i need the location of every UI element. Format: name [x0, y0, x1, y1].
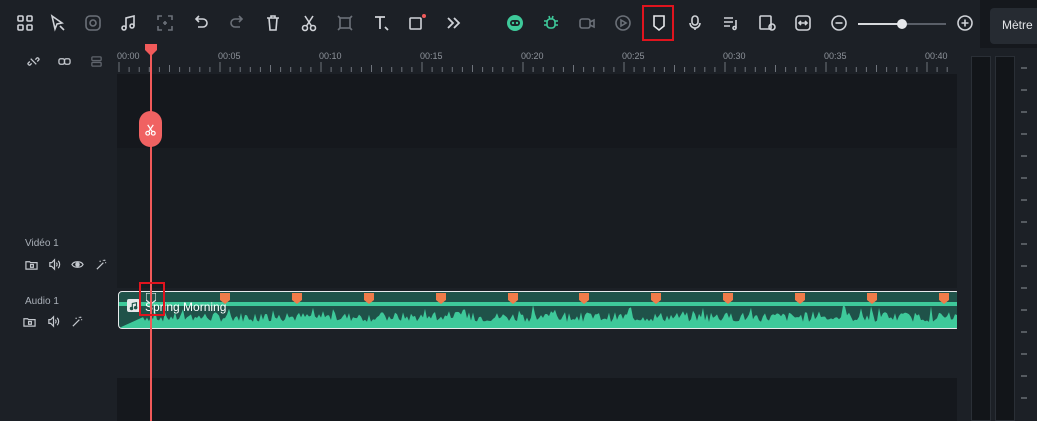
clip-marker[interactable] [219, 293, 230, 304]
tab-meter[interactable]: Mètre [990, 8, 1037, 44]
clip-marker[interactable] [795, 293, 806, 304]
audio-track-label: Audio 1 [25, 296, 59, 307]
ai-video-icon[interactable] [574, 10, 600, 36]
ruler-label: 00:00 [117, 51, 140, 61]
delete-icon[interactable] [260, 10, 286, 36]
waveform-band [119, 302, 959, 306]
screen-icon[interactable] [754, 10, 780, 36]
undo-icon[interactable] [188, 10, 214, 36]
unlink-icon[interactable] [26, 54, 40, 68]
zoom-slider[interactable] [858, 19, 946, 29]
eye-icon[interactable] [70, 257, 84, 271]
ruler-label: 00:25 [622, 51, 645, 61]
redo-icon[interactable] [224, 10, 250, 36]
music-note-icon [127, 299, 140, 312]
scissors-icon [145, 124, 156, 136]
cut-icon[interactable] [296, 10, 322, 36]
ruler-label: 00:20 [521, 51, 544, 61]
play-circle-icon[interactable] [610, 10, 636, 36]
audio-note-icon[interactable] [116, 10, 142, 36]
clip-marker[interactable] [507, 293, 518, 304]
ruler-label: 00:10 [319, 51, 342, 61]
crop-icon[interactable] [152, 10, 178, 36]
ruler-label: 00:05 [218, 51, 241, 61]
microphone-icon[interactable] [682, 10, 708, 36]
meter-scale [1021, 67, 1027, 399]
clip-marker[interactable] [435, 293, 446, 304]
clip-marker[interactable] [723, 293, 734, 304]
audio-clip[interactable]: Spring Morning [118, 291, 960, 329]
playhead-split-button[interactable] [139, 111, 162, 147]
speaker-icon[interactable] [47, 257, 61, 271]
playhead[interactable] [150, 48, 152, 421]
zoom-in-icon[interactable] [952, 10, 978, 36]
ai-face-icon[interactable] [502, 10, 528, 36]
record-icon[interactable] [404, 10, 430, 36]
fit-icon[interactable] [790, 10, 816, 36]
ruler-label: 00:15 [420, 51, 443, 61]
select-icon[interactable] [45, 10, 71, 36]
waveform-path [119, 304, 959, 328]
clip-marker[interactable] [291, 293, 302, 304]
ruler-label: 00:35 [824, 51, 847, 61]
video-track[interactable]: Vidéo 1 [0, 148, 957, 288]
playhead-handle[interactable] [144, 44, 158, 56]
clip-marker[interactable] [867, 293, 877, 304]
video-track-label: Vidéo 1 [25, 238, 59, 249]
more-icon[interactable] [440, 10, 466, 36]
magic-wand-icon[interactable] [70, 314, 84, 328]
clip-marker[interactable] [651, 293, 662, 304]
magic-wand-icon[interactable] [94, 257, 108, 271]
grid-icon[interactable] [12, 10, 38, 36]
timeline-ruler[interactable]: 00:00 00:05 00:10 00:15 00:20 00:25 00:30 00:35… [117, 48, 957, 74]
empty-track-area-bottom [0, 378, 957, 421]
zoom-slider-fill [858, 23, 902, 25]
transform-icon[interactable] [332, 10, 358, 36]
track-manager-icon[interactable] [89, 54, 103, 68]
audio-list-icon[interactable] [718, 10, 744, 36]
zoom-slider-knob[interactable] [897, 19, 907, 29]
link-icon[interactable] [57, 54, 71, 68]
clip-marker[interactable] [938, 293, 949, 304]
clip-title: Spring Morning [145, 300, 227, 314]
ai-mask-icon[interactable] [80, 10, 106, 36]
zoom-out-icon[interactable] [826, 10, 852, 36]
video-track-header: Vidéo 1 [0, 148, 117, 288]
folder-lock-icon[interactable] [22, 314, 36, 328]
speaker-icon[interactable] [46, 314, 60, 328]
audio-meter-panel [957, 48, 1037, 421]
text-icon[interactable] [368, 10, 394, 36]
clip-marker[interactable] [579, 293, 590, 304]
ai-bug-icon[interactable] [538, 10, 564, 36]
meter-left-channel [971, 56, 991, 421]
audio-waveform [119, 302, 959, 328]
folder-lock-icon[interactable] [24, 257, 38, 271]
clip-marker[interactable] [363, 293, 374, 304]
ruler-label: 00:30 [723, 51, 746, 61]
ruler-label: 00:40 [925, 51, 948, 61]
timeline-toolbar [0, 0, 980, 48]
meter-right-channel [995, 56, 1015, 421]
marker-icon[interactable] [646, 10, 672, 36]
audio-track-header: Audio 1 [0, 288, 117, 378]
